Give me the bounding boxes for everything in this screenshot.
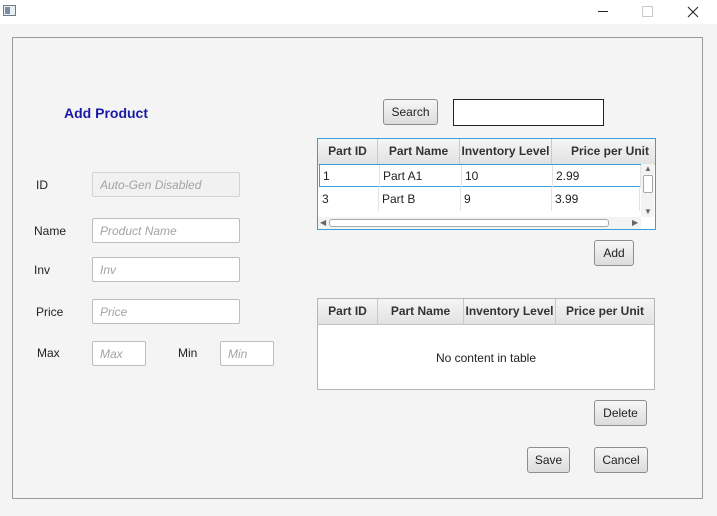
parts-table[interactable]: Part ID Part Name Inventory Level Price … [317, 138, 656, 230]
column-header[interactable]: Part Name [378, 139, 460, 164]
cell-price: 2.99 [553, 165, 641, 188]
cell-inventory: 9 [461, 188, 552, 211]
save-button[interactable]: Save [527, 447, 570, 473]
cancel-button[interactable]: Cancel [594, 447, 648, 473]
column-header[interactable]: Part Name [378, 299, 464, 324]
inv-label: Inv [34, 263, 51, 277]
associated-table-header: Part ID Part Name Inventory Level Price … [318, 299, 654, 325]
scroll-down-icon[interactable]: ▼ [644, 208, 652, 216]
id-field [92, 172, 240, 197]
inv-field[interactable] [92, 257, 240, 282]
cell-part-id: 3 [319, 188, 379, 211]
column-header[interactable]: Part ID [318, 299, 378, 324]
id-label: ID [36, 178, 48, 192]
scroll-up-icon[interactable]: ▲ [644, 165, 652, 173]
associated-parts-table[interactable]: Part ID Part Name Inventory Level Price … [317, 298, 655, 390]
vertical-scrollbar[interactable]: ▲ ▼ [641, 164, 654, 217]
close-button[interactable] [669, 0, 715, 24]
price-label: Price [36, 305, 64, 319]
cell-inventory: 10 [462, 165, 553, 188]
cell-price: 3.99 [552, 188, 640, 211]
scroll-thumb[interactable] [643, 175, 653, 193]
column-header[interactable]: Inventory Level [464, 299, 556, 324]
scroll-thumb[interactable] [329, 219, 609, 227]
name-label: Name [34, 224, 67, 238]
cell-part-name: Part B [379, 188, 461, 211]
horizontal-scrollbar[interactable]: ◀ ▶ [318, 217, 641, 229]
column-header[interactable]: Price per Unit [552, 139, 655, 164]
max-label: Max [37, 346, 60, 360]
parts-table-header: Part ID Part Name Inventory Level Price … [318, 139, 655, 165]
max-field[interactable] [92, 341, 146, 366]
search-button[interactable]: Search [383, 99, 438, 125]
price-field[interactable] [92, 299, 240, 324]
search-input[interactable] [453, 99, 604, 126]
min-label: Min [178, 346, 198, 360]
page-title: Add Product [64, 105, 148, 121]
cell-part-name: Part A1 [380, 165, 462, 188]
add-button[interactable]: Add [594, 240, 634, 266]
delete-button[interactable]: Delete [594, 400, 647, 426]
table-row[interactable]: 1 Part A1 10 2.99 [319, 164, 642, 188]
title-bar [0, 0, 717, 24]
close-icon [687, 6, 699, 18]
cell-part-id: 1 [320, 165, 380, 188]
empty-table-message: No content in table [435, 351, 537, 365]
name-field[interactable] [92, 218, 240, 243]
maximize-button[interactable] [624, 0, 670, 24]
scroll-right-icon[interactable]: ▶ [632, 219, 638, 227]
minimize-button[interactable] [580, 0, 626, 24]
min-field[interactable] [220, 341, 274, 366]
column-header[interactable]: Part ID [318, 139, 378, 164]
table-row[interactable]: 3 Part B 9 3.99 [319, 188, 640, 211]
column-header[interactable]: Inventory Level [460, 139, 552, 164]
scroll-left-icon[interactable]: ◀ [320, 219, 326, 227]
app-icon [3, 5, 16, 16]
column-header[interactable]: Price per Unit [556, 299, 654, 324]
